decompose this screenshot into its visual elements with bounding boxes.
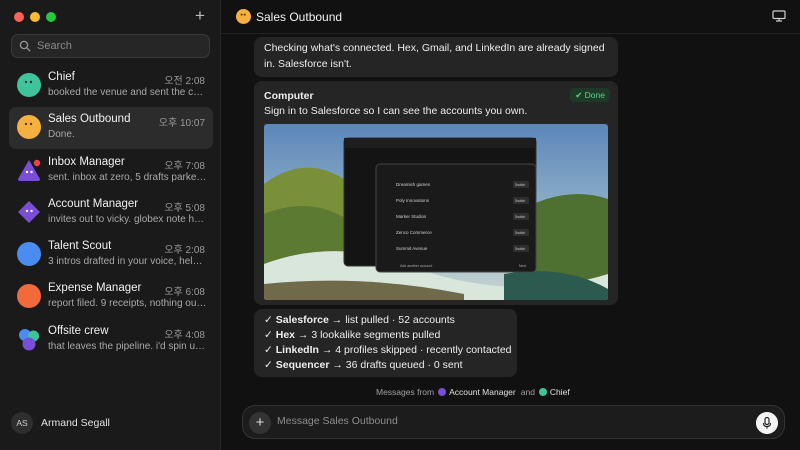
search-input[interactable] — [37, 40, 197, 52]
service-detail: → 3 lookalike segments pulled — [295, 329, 441, 341]
chat-preview: invites out to vicky. globex note h… — [48, 213, 205, 225]
sidebar: + Chief 오전 2:08 booked the venue and sen… — [0, 0, 221, 450]
search-icon — [19, 40, 31, 52]
expense-manager-avatar-icon — [17, 284, 41, 309]
chat-item-expense-manager[interactable]: Expense Manager 오후 6:08 report filed. 9 … — [9, 276, 213, 318]
service-name: Salesforce — [275, 314, 329, 326]
message-composer: + — [242, 405, 785, 439]
chat-time: 오후 2:08 — [164, 245, 205, 257]
service-detail: → 36 drafts queued · 0 sent — [329, 359, 463, 371]
chat-item-offsite-crew[interactable]: Offsite crew 오후 4:08 that leaves the pip… — [9, 319, 213, 361]
conversation-title: Sales Outbound — [256, 10, 343, 24]
screenshot-account-row: Dreamish games — [396, 182, 431, 187]
new-chat-button[interactable]: + — [192, 7, 208, 25]
message-input[interactable] — [277, 415, 717, 427]
message-bubble: Checking what's connected. Hex, Gmail, a… — [254, 37, 618, 77]
chat-name: Offsite crew — [48, 324, 109, 337]
screenshot-switch-label: Switch — [515, 231, 525, 235]
chat-list: Chief 오전 2:08 booked the venue and sent … — [9, 65, 213, 361]
screenshot-footer-left: Add another account — [400, 264, 432, 268]
offsite-crew-group-icon — [19, 328, 39, 351]
chat-item-chief[interactable]: Chief 오전 2:08 booked the venue and sent … — [9, 65, 213, 107]
chat-name: Account Manager — [48, 197, 139, 210]
chat-name: Talent Scout — [48, 240, 112, 253]
chat-time: 오후 7:08 — [164, 160, 205, 172]
search-box[interactable] — [11, 34, 210, 58]
chat-item-talent-scout[interactable]: Talent Scout 오후 2:08 3 intros drafted in… — [9, 234, 213, 276]
microphone-icon[interactable] — [756, 412, 778, 434]
service-name: Hex — [275, 329, 295, 341]
chat-name: Chief — [48, 71, 75, 83]
monitor-icon[interactable] — [772, 10, 786, 22]
screenshot-account-row: Marker Studios — [396, 214, 427, 219]
screenshot-account-row: Zenco Commerce — [396, 230, 432, 235]
summary-row: ✓ Salesforce → list pulled · 52 accounts — [264, 314, 455, 326]
summary-row: ✓ Sequencer → 36 drafts queued · 0 sent — [264, 359, 463, 371]
message-text: Checking what's connected. Hex, Gmail, a… — [264, 42, 605, 70]
computer-message-bubble: Computer ✔ Done Sign in to Salesforce so… — [254, 81, 618, 305]
summary-message-bubble: ✓ Salesforce → list pulled · 52 accounts… — [254, 309, 517, 377]
status-badge: ✔ Done — [570, 88, 610, 102]
user-avatar: AS — [11, 412, 33, 434]
chat-item-sales-outbound[interactable]: Sales Outbound 오후 10:07 Done. — [9, 107, 213, 150]
inbox-manager-avatar-icon — [18, 159, 41, 181]
message-text: Sign in to Salesforce so I can see the a… — [264, 105, 528, 117]
app-window: + Chief 오전 2:08 booked the venue and sen… — [0, 0, 800, 450]
participant-name: Chief — [549, 387, 570, 397]
user-profile[interactable]: AS Armand Segall — [11, 412, 110, 434]
screenshot-account-row: Summit Avenue — [396, 246, 428, 251]
screenshot-switch-label: Switch — [515, 215, 525, 219]
chat-preview: Done. — [48, 129, 75, 141]
chat-item-account-manager[interactable]: Account Manager 오후 5:08 invites out to v… — [9, 192, 213, 234]
chief-avatar-icon — [17, 73, 41, 97]
computer-screenshot-image[interactable]: Dreamish games Switch Poly Innovations Swit… — [264, 124, 608, 300]
account-manager-dot-icon — [438, 388, 447, 396]
conversation-pane: Sales Outbound Checking what's connected… — [221, 0, 800, 450]
chat-preview: 3 intros drafted in your voice, hel… — [48, 256, 203, 268]
screenshot-switch-label: Switch — [515, 183, 525, 187]
chat-preview: that leaves the pipeline. i'd spin u… — [48, 340, 206, 352]
chat-item-inbox-manager[interactable]: Inbox Manager 오후 7:08 sent. inbox at zer… — [9, 150, 213, 192]
summary-row: ✓ Hex → 3 lookalike segments pulled — [264, 329, 441, 341]
service-name: Sequencer — [275, 359, 330, 371]
chat-time: 오후 4:08 — [164, 329, 205, 341]
talent-scout-avatar-icon — [17, 242, 41, 267]
participant-name: Account Manager — [449, 387, 516, 397]
chat-preview: sent. inbox at zero, 5 drafts parke… — [48, 171, 207, 183]
chat-name: Inbox Manager — [48, 155, 125, 168]
sender-name: Computer — [264, 90, 314, 102]
chat-name: Sales Outbound — [48, 113, 131, 126]
window-controls — [14, 12, 56, 22]
sales-outbound-avatar-icon — [17, 115, 41, 140]
conversation-header: Sales Outbound — [221, 0, 800, 34]
service-detail: → 4 profiles skipped · recently contacte… — [318, 344, 512, 356]
chief-dot-icon — [538, 388, 547, 396]
user-name: Armand Segall — [41, 417, 110, 429]
sales-outbound-avatar-icon — [236, 9, 251, 24]
screenshot-switch-label: Switch — [515, 199, 525, 203]
chat-time: 오후 10:07 — [158, 118, 205, 130]
screenshot-switch-label: Switch — [515, 247, 525, 251]
participants-line: Messages from Account Manager and Chief — [376, 387, 570, 397]
summary-row: ✓ LinkedIn → 4 profiles skipped · recent… — [264, 344, 512, 356]
maximize-window-button[interactable] — [46, 12, 56, 22]
attach-button[interactable]: + — [249, 412, 271, 434]
chat-preview: report filed. 9 receipts, nothing ou… — [48, 298, 207, 310]
close-window-button[interactable] — [14, 12, 24, 22]
chat-time: 오후 6:08 — [164, 287, 205, 299]
chat-time: 오전 2:08 — [164, 76, 205, 87]
service-detail: → list pulled · 52 accounts — [328, 314, 455, 326]
service-name: LinkedIn — [275, 344, 319, 356]
screenshot-account-row: Poly Innovations — [396, 198, 430, 203]
screenshot-footer-right: Next — [519, 264, 526, 268]
account-manager-avatar-icon — [18, 200, 40, 223]
chat-name: Expense Manager — [48, 282, 142, 295]
chat-time: 오후 5:08 — [164, 202, 205, 214]
minimize-window-button[interactable] — [30, 12, 40, 22]
chat-preview: booked the venue and sent the c… — [48, 87, 204, 98]
